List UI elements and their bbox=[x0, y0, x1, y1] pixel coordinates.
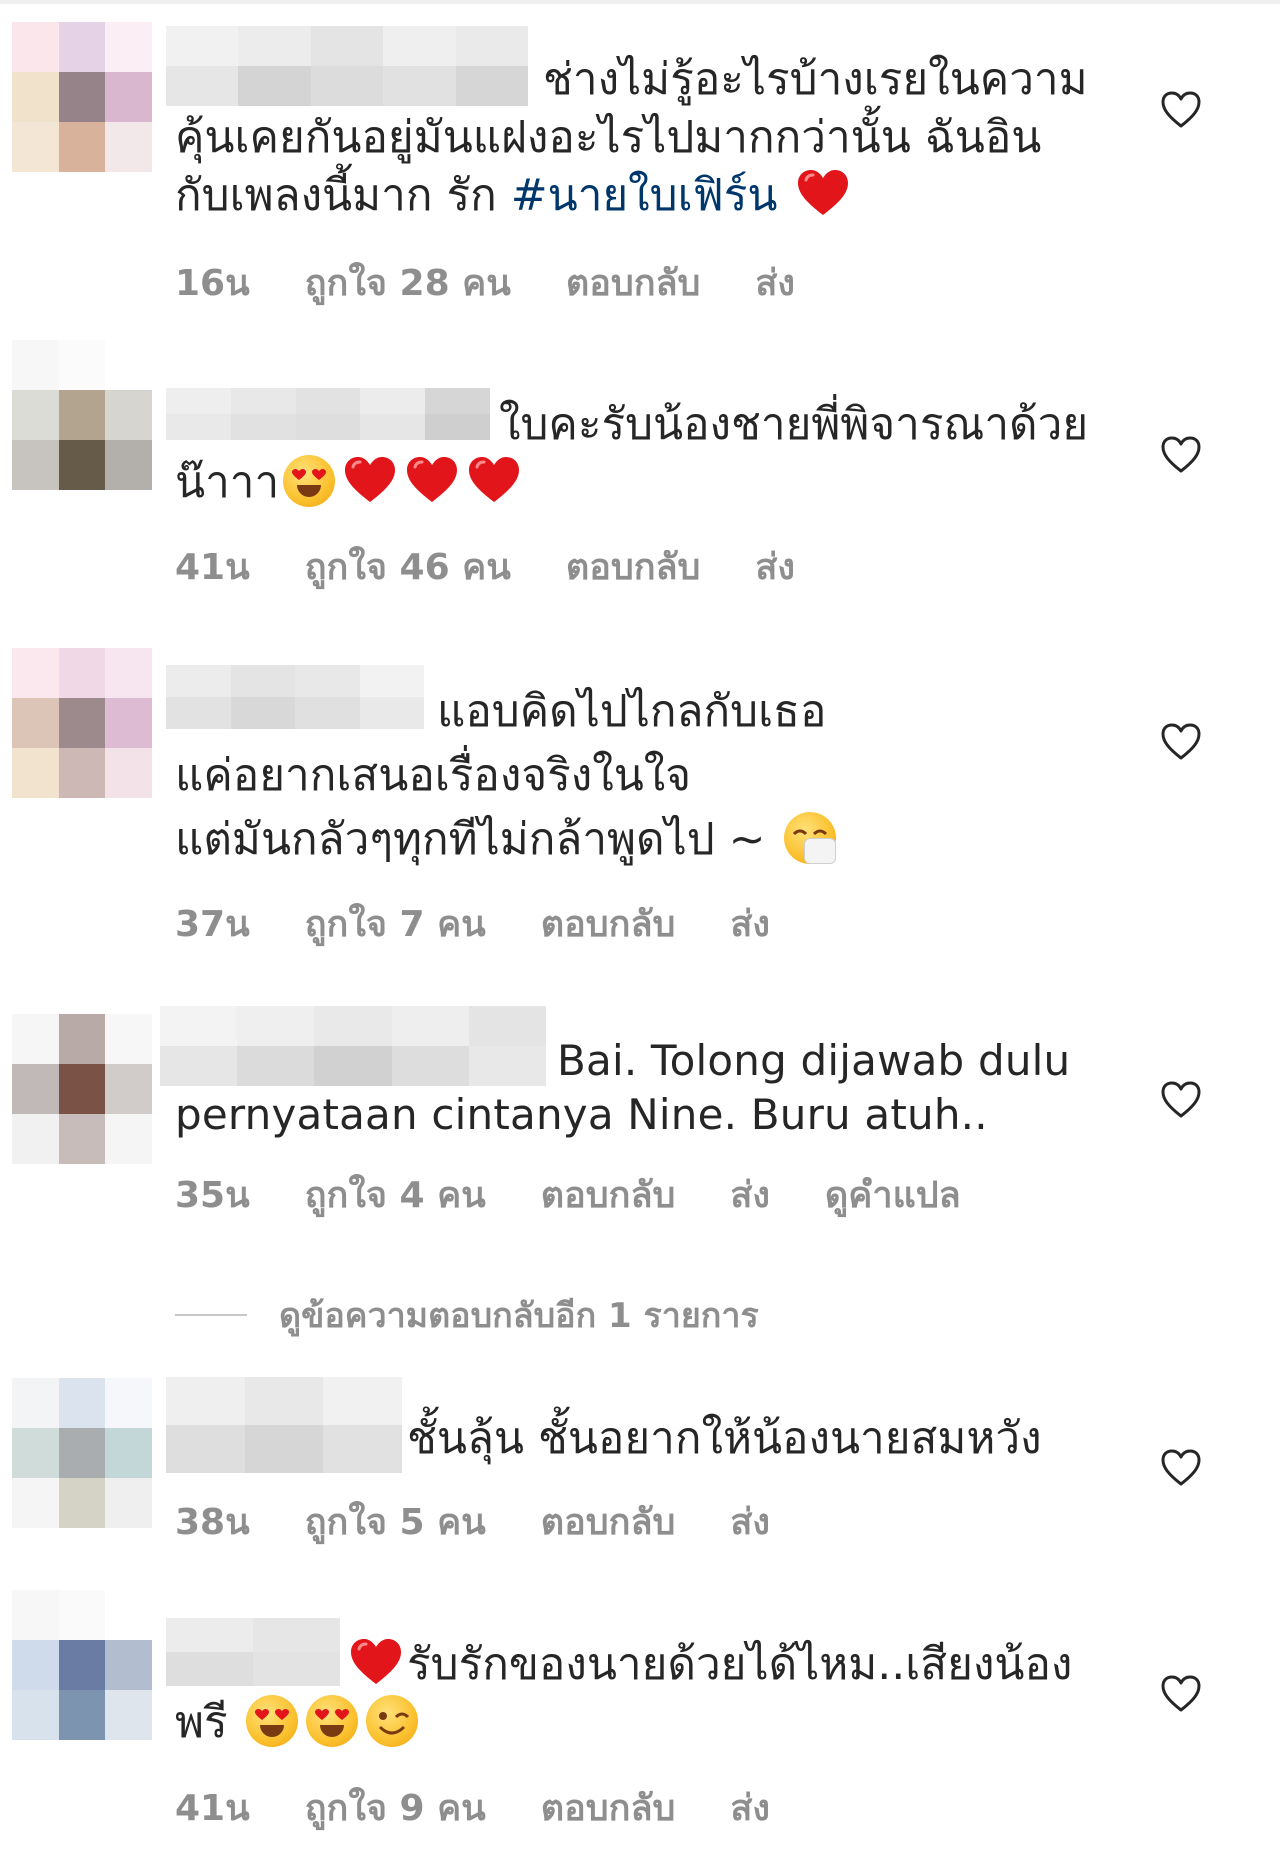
comment-line: พรี bbox=[175, 1697, 242, 1748]
avatar[interactable] bbox=[12, 22, 152, 172]
send-button[interactable]: ส่ง bbox=[730, 1779, 770, 1836]
heart-eyes-emoji bbox=[245, 1695, 298, 1747]
hashtag-link[interactable]: #นายใบเฟิร์น bbox=[511, 170, 778, 221]
likes-count[interactable]: ถูกใจ 5 คน bbox=[305, 1493, 486, 1550]
heart-eyes-emoji bbox=[305, 1695, 358, 1747]
comment-meta: 38น ถูกใจ 5 คน ตอบกลับ ส่ง bbox=[175, 1493, 825, 1550]
comment-line: คุ้นเคยกันอยู่มันแฝงอะไรไปมากกว่านั้น ฉั… bbox=[175, 112, 1042, 163]
avatar[interactable] bbox=[12, 1590, 152, 1740]
timestamp[interactable]: 41น bbox=[175, 538, 250, 595]
red-heart-emoji bbox=[343, 455, 397, 505]
winking-face-emoji bbox=[365, 1695, 418, 1747]
send-button[interactable]: ส่ง bbox=[730, 1166, 770, 1223]
comment-line: รับรักของนายด้วยได้ไหม..เสียงน้อง bbox=[407, 1639, 1073, 1690]
heart-outline-icon[interactable] bbox=[1160, 722, 1202, 762]
comment-text: ใบคะรับน้องชายพี่พิจารณาด้วย น๊าาา bbox=[175, 396, 1095, 512]
timestamp[interactable]: 35น bbox=[175, 1166, 250, 1223]
timestamp[interactable]: 41น bbox=[175, 1779, 250, 1836]
likes-count[interactable]: ถูกใจ 28 คน bbox=[305, 254, 511, 311]
replies-divider bbox=[175, 1314, 247, 1316]
send-button[interactable]: ส่ง bbox=[730, 1493, 770, 1550]
reply-button[interactable]: ตอบกลับ bbox=[541, 1166, 676, 1223]
comment-line: ใบคะรับน้องชายพี่พิจารณาด้วย bbox=[499, 399, 1089, 450]
red-heart-emoji bbox=[796, 168, 850, 218]
top-divider bbox=[0, 0, 1280, 4]
likes-count[interactable]: ถูกใจ 7 คน bbox=[305, 895, 486, 952]
heart-outline-icon[interactable] bbox=[1160, 1674, 1202, 1714]
likes-count[interactable]: ถูกใจ 46 คน bbox=[305, 538, 511, 595]
send-button[interactable]: ส่ง bbox=[755, 254, 795, 311]
comment-meta: 41น ถูกใจ 46 คน ตอบกลับ ส่ง bbox=[175, 538, 850, 595]
comment-text: ชั้นลุ้น ชั้นอยากให้น้องนายสมหวัง bbox=[175, 1410, 1095, 1468]
heart-outline-icon[interactable] bbox=[1160, 1448, 1202, 1488]
view-replies-label[interactable]: ดูข้อความตอบกลับอีก 1 รายการ bbox=[279, 1288, 759, 1342]
comment-text: แอบคิดไปไกลกับเธอ แค่อยากเสนอเรื่องจริงใ… bbox=[175, 680, 1095, 872]
likes-count[interactable]: ถูกใจ 9 คน bbox=[305, 1779, 486, 1836]
red-heart-emoji bbox=[467, 455, 521, 505]
reply-button[interactable]: ตอบกลับ bbox=[541, 1493, 676, 1550]
heart-outline-icon[interactable] bbox=[1160, 90, 1202, 130]
avatar[interactable] bbox=[12, 648, 152, 798]
comment-line: Bai. Tolong dijawab dulu bbox=[557, 1036, 1071, 1085]
comment-line: pernyataan cintanya Nine. Buru atuh.. bbox=[175, 1090, 988, 1139]
comment-text: ช่างไม่รู้อะไรบ้างเรยในความ คุ้นเคยกันอย… bbox=[175, 51, 1095, 225]
heart-outline-icon[interactable] bbox=[1160, 1080, 1202, 1120]
send-button[interactable]: ส่ง bbox=[730, 895, 770, 952]
comment-meta: 16น ถูกใจ 28 คน ตอบกลับ ส่ง bbox=[175, 254, 850, 311]
avatar[interactable] bbox=[12, 1378, 152, 1528]
timestamp[interactable]: 16น bbox=[175, 254, 250, 311]
comment-meta: 35น ถูกใจ 4 คน ตอบกลับ ส่ง ดูคำแปล bbox=[175, 1166, 1016, 1223]
reply-button[interactable]: ตอบกลับ bbox=[541, 1779, 676, 1836]
reply-button[interactable]: ตอบกลับ bbox=[566, 254, 701, 311]
avatar[interactable] bbox=[12, 340, 152, 490]
comment-meta: 41น ถูกใจ 9 คน ตอบกลับ ส่ง bbox=[175, 1779, 825, 1836]
red-heart-emoji bbox=[349, 1637, 403, 1687]
view-replies-link[interactable]: ดูข้อความตอบกลับอีก 1 รายการ bbox=[175, 1288, 759, 1342]
timestamp[interactable]: 37น bbox=[175, 895, 250, 952]
heart-outline-icon[interactable] bbox=[1160, 435, 1202, 475]
comment-meta: 37น ถูกใจ 7 คน ตอบกลับ ส่ง bbox=[175, 895, 825, 952]
comment-text: รับรักของนายด้วยได้ไหม..เสียงน้อง พรี bbox=[175, 1636, 1095, 1752]
comment-line: ช่างไม่รู้อะไรบ้างเรยในความ bbox=[543, 54, 1088, 105]
comment-line: แต่มันกลัวๆทุกทีไม่กล้าพูดไป ~ bbox=[175, 814, 780, 865]
comment-line: ชั้นลุ้น ชั้นอยากให้น้องนายสมหวัง bbox=[407, 1413, 1042, 1464]
likes-count[interactable]: ถูกใจ 4 คน bbox=[305, 1166, 486, 1223]
comment-text: Bai. Tolong dijawab dulu pernyataan cint… bbox=[175, 1034, 1095, 1142]
red-heart-emoji bbox=[405, 455, 459, 505]
comment-line: แอบคิดไปไกลกับเธอ bbox=[437, 686, 827, 737]
comment-line: น๊าาา bbox=[175, 457, 280, 508]
comment-line: กับเพลงนี้มาก รัก bbox=[175, 170, 511, 221]
reply-button[interactable]: ตอบกลับ bbox=[541, 895, 676, 952]
reply-button[interactable]: ตอบกลับ bbox=[566, 538, 701, 595]
timestamp[interactable]: 38น bbox=[175, 1493, 250, 1550]
translate-button[interactable]: ดูคำแปล bbox=[825, 1166, 961, 1223]
heart-eyes-emoji bbox=[283, 455, 336, 507]
avatar[interactable] bbox=[12, 1014, 152, 1164]
comment-line: แค่อยากเสนอเรื่องจริงในใจ bbox=[175, 750, 692, 801]
sneezing-face-emoji bbox=[783, 812, 836, 864]
send-button[interactable]: ส่ง bbox=[755, 538, 795, 595]
